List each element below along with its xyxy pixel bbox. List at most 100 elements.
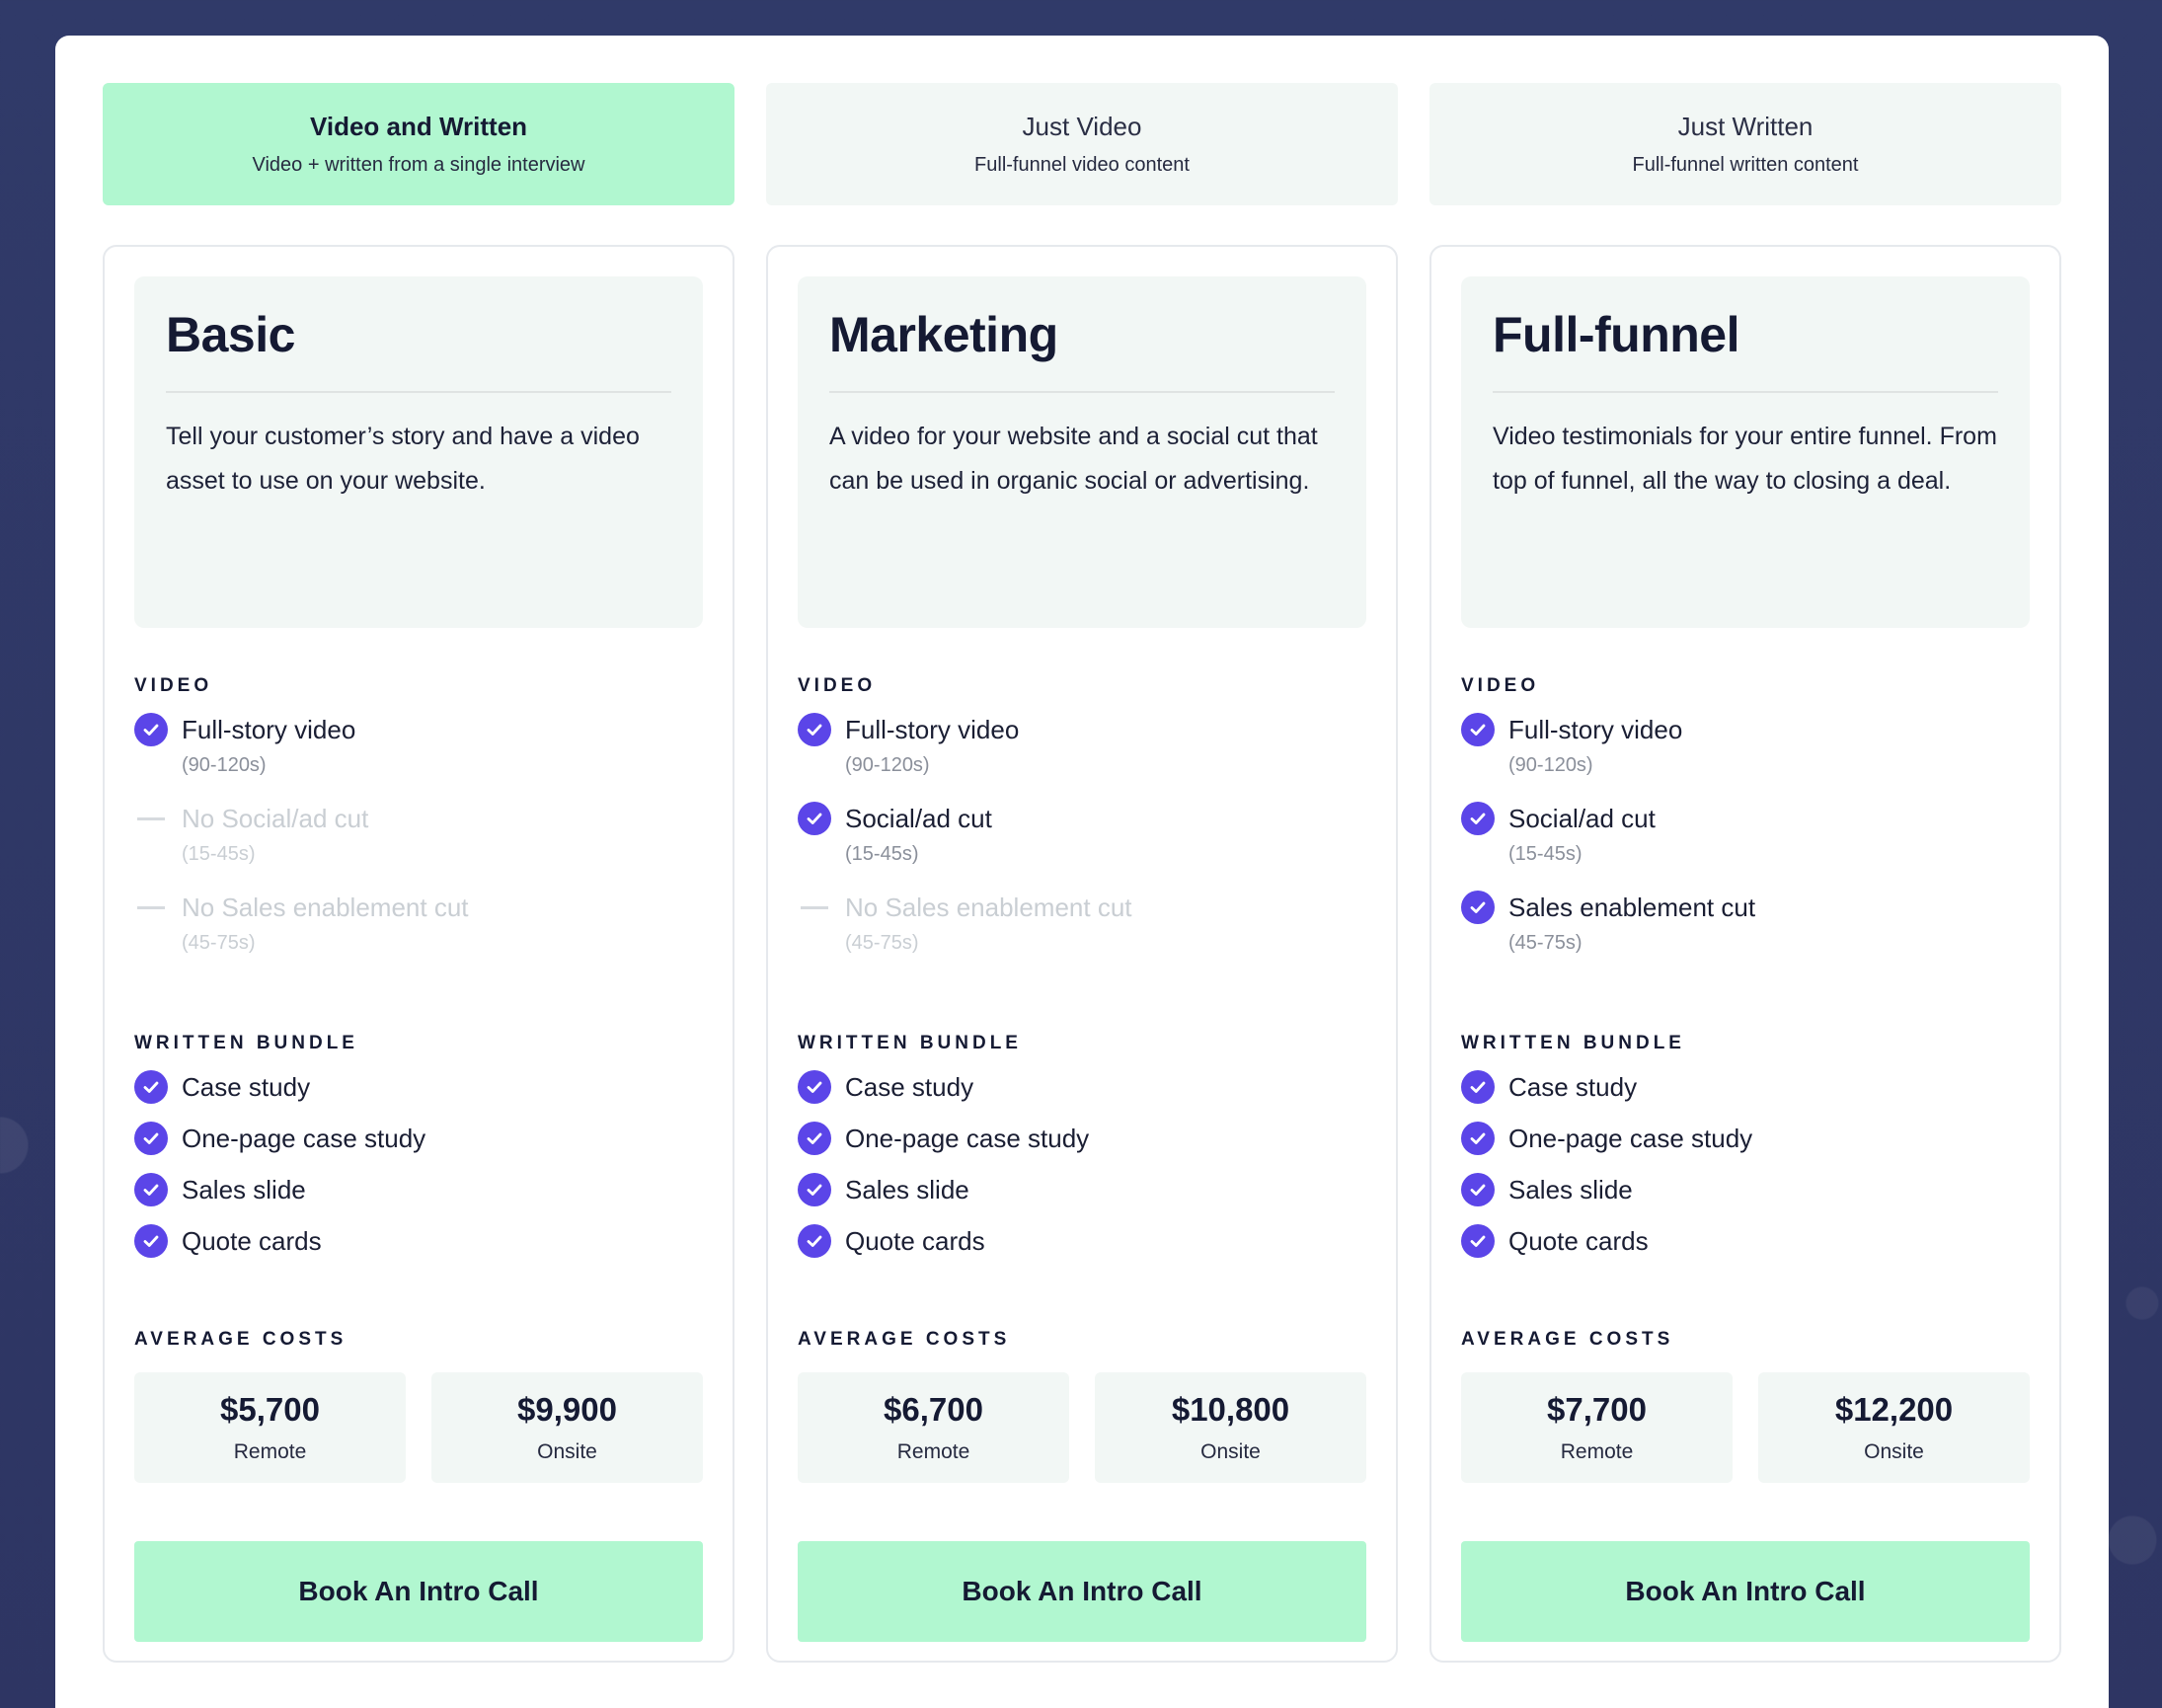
written-feature: One-page case study bbox=[134, 1122, 703, 1173]
plan-intro: Full-funnel Video testimonials for your … bbox=[1461, 276, 2030, 628]
check-icon bbox=[134, 1173, 168, 1206]
feature-row: Social/ad cut bbox=[798, 802, 1366, 835]
check-icon bbox=[134, 713, 168, 746]
plan-intro: Marketing A video for your website and a… bbox=[798, 276, 1366, 628]
plan-name: Basic bbox=[166, 306, 671, 393]
tab-title: Just Written bbox=[1677, 112, 1814, 141]
cost-value: $12,200 bbox=[1834, 1391, 1954, 1428]
feature-duration: (45-75s) bbox=[182, 932, 256, 954]
feature-row: No Social/ad cut bbox=[134, 802, 703, 835]
tab-bar: Video and Written Video + written from a… bbox=[103, 83, 2061, 205]
written-feature: Case study bbox=[1461, 1070, 2030, 1122]
video-feature: Social/ad cut (15-45s) bbox=[1461, 802, 2030, 891]
check-icon bbox=[798, 1070, 831, 1104]
video-feature: Sales enablement cut (45-75s) bbox=[1461, 891, 2030, 979]
written-feature: One-page case study bbox=[798, 1122, 1366, 1173]
feature-row: No Sales enablement cut bbox=[134, 891, 703, 924]
feature-duration: (45-75s) bbox=[1508, 932, 1583, 954]
tab-title: Just Video bbox=[1022, 112, 1142, 141]
check-icon bbox=[798, 802, 831, 835]
pricing-panel: Video and Written Video + written from a… bbox=[55, 36, 2109, 1708]
cost-type: Remote bbox=[896, 1440, 970, 1463]
book-intro-call-button[interactable]: Book An Intro Call bbox=[798, 1541, 1366, 1642]
cost-value: $7,700 bbox=[1547, 1391, 1647, 1428]
tab-subtitle: Full-funnel written content bbox=[1632, 154, 1859, 176]
video-feature: Full-story video (90-120s) bbox=[1461, 713, 2030, 802]
written-feature: Sales slide bbox=[134, 1173, 703, 1224]
plan-card-full-funnel: Full-funnel Video testimonials for your … bbox=[1429, 245, 2061, 1663]
video-section-label: VIDEO bbox=[798, 675, 877, 696]
video-feature: Full-story video (90-120s) bbox=[134, 713, 703, 802]
video-feature: Social/ad cut (15-45s) bbox=[798, 802, 1366, 891]
check-icon bbox=[1461, 1173, 1495, 1206]
feature-label: Social/ad cut bbox=[845, 804, 992, 833]
feature-duration: (90-120s) bbox=[182, 754, 267, 776]
plan-card-basic: Basic Tell your customer’s story and hav… bbox=[103, 245, 734, 1663]
cost-type: Remote bbox=[233, 1440, 307, 1463]
costs-section-label: AVERAGE COSTS bbox=[798, 1329, 1011, 1350]
book-intro-call-button[interactable]: Book An Intro Call bbox=[1461, 1541, 2030, 1642]
feature-duration: (15-45s) bbox=[1508, 843, 1583, 865]
feature-label: Case study bbox=[1508, 1072, 1638, 1102]
feature-row: Sales enablement cut bbox=[1461, 891, 2030, 924]
tab-title: Video and Written bbox=[309, 112, 528, 141]
check-icon bbox=[134, 1122, 168, 1155]
check-icon bbox=[1461, 802, 1495, 835]
feature-label: No Sales enablement cut bbox=[845, 893, 1132, 922]
video-feature-list: Full-story video (90-120s) Social/ad cut (… bbox=[798, 713, 1366, 979]
video-feature-list: Full-story video (90-120s) Social/ad cut (… bbox=[1461, 713, 2030, 979]
feature-label: Quote cards bbox=[182, 1226, 322, 1256]
dash-icon bbox=[134, 802, 168, 835]
costs-section-label: AVERAGE COSTS bbox=[134, 1329, 347, 1350]
written-section: WRITTEN BUNDLE Case study One-page case … bbox=[134, 1033, 703, 1276]
tab-just-written[interactable]: Just Written Full-funnel written content bbox=[1429, 83, 2061, 205]
onsite-cost: $9,900 Onsite bbox=[431, 1372, 703, 1483]
feature-row: Full-story video bbox=[1461, 713, 2030, 746]
tab-just-video[interactable]: Just Video Full-funnel video content bbox=[766, 83, 1398, 205]
written-section-label: WRITTEN BUNDLE bbox=[1461, 1033, 1685, 1053]
written-feature: Case study bbox=[798, 1070, 1366, 1122]
check-icon bbox=[1461, 1224, 1495, 1258]
written-section-label: WRITTEN BUNDLE bbox=[798, 1033, 1022, 1053]
onsite-cost: $12,200 Onsite bbox=[1758, 1372, 2030, 1483]
feature-row: Full-story video bbox=[134, 713, 703, 746]
onsite-cost: $10,800 Onsite bbox=[1095, 1372, 1366, 1483]
feature-label: Case study bbox=[182, 1072, 311, 1102]
cost-type: Remote bbox=[1560, 1440, 1634, 1463]
written-feature: One-page case study bbox=[1461, 1122, 2030, 1173]
feature-label: Full-story video bbox=[182, 715, 356, 744]
check-icon bbox=[798, 713, 831, 746]
written-feature: Sales slide bbox=[798, 1173, 1366, 1224]
check-icon bbox=[798, 1173, 831, 1206]
feature-row: Full-story video bbox=[798, 713, 1366, 746]
tab-video-and-written[interactable]: Video and Written Video + written from a… bbox=[103, 83, 734, 205]
cost-boxes: $7,700 Remote $12,200 Onsite bbox=[1461, 1372, 2030, 1483]
video-section-label: VIDEO bbox=[1461, 675, 1540, 696]
written-feature: Quote cards bbox=[798, 1224, 1366, 1276]
feature-label: No Social/ad cut bbox=[182, 804, 369, 833]
cost-value: $5,700 bbox=[220, 1391, 320, 1428]
video-feature: Full-story video (90-120s) bbox=[798, 713, 1366, 802]
remote-cost: $7,700 Remote bbox=[1461, 1372, 1733, 1483]
check-icon bbox=[1461, 1070, 1495, 1104]
video-feature: No Social/ad cut (15-45s) bbox=[134, 802, 703, 891]
tab-subtitle: Video + written from a single interview bbox=[252, 154, 585, 176]
feature-row: Social/ad cut bbox=[1461, 802, 2030, 835]
feature-duration: (45-75s) bbox=[845, 932, 919, 954]
remote-cost: $6,700 Remote bbox=[798, 1372, 1069, 1483]
plan-cards: Basic Tell your customer’s story and hav… bbox=[103, 245, 2061, 1663]
feature-duration: (15-45s) bbox=[182, 843, 256, 865]
plan-name: Marketing bbox=[829, 306, 1335, 393]
dash-icon bbox=[134, 891, 168, 924]
feature-label: Sales enablement cut bbox=[1508, 893, 1756, 922]
check-icon bbox=[1461, 891, 1495, 924]
feature-label: Full-story video bbox=[845, 715, 1020, 744]
check-icon bbox=[1461, 1122, 1495, 1155]
plan-name: Full-funnel bbox=[1493, 306, 1998, 393]
tab-subtitle: Full-funnel video content bbox=[974, 154, 1190, 176]
feature-duration: (90-120s) bbox=[1508, 754, 1593, 776]
cost-type: Onsite bbox=[1864, 1440, 1924, 1463]
feature-label: Sales slide bbox=[1508, 1175, 1633, 1204]
feature-label: One-page case study bbox=[845, 1124, 1090, 1153]
book-intro-call-button[interactable]: Book An Intro Call bbox=[134, 1541, 703, 1642]
